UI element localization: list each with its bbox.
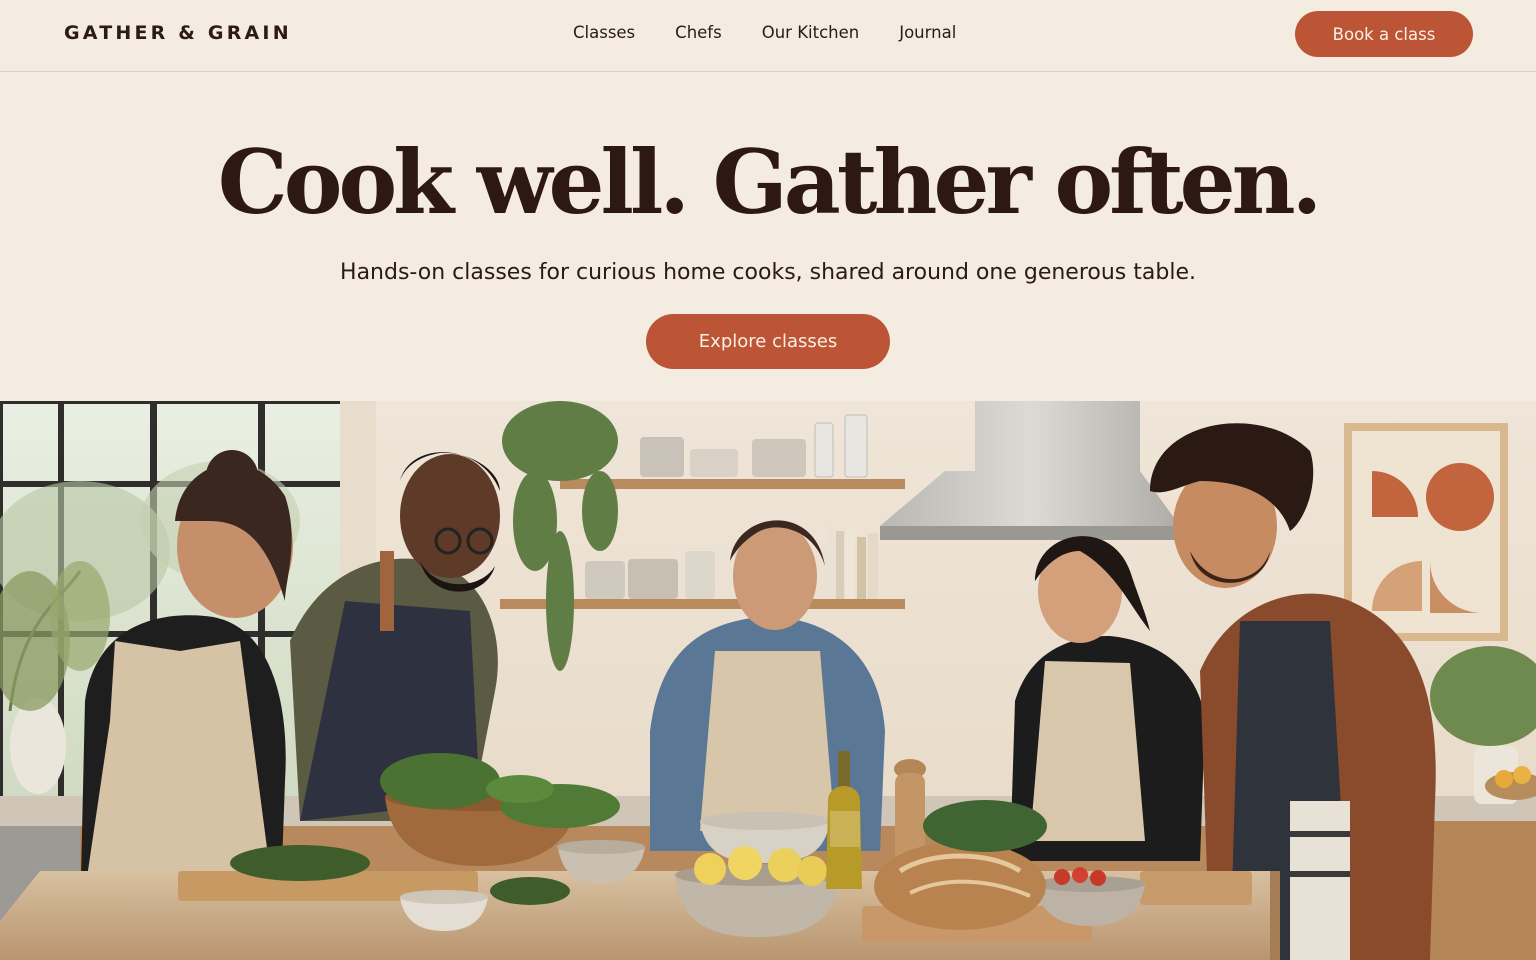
nav-link-classes[interactable]: Classes [573, 23, 635, 42]
wall-art [1344, 423, 1508, 641]
brand-logo[interactable]: GATHER & GRAIN [64, 22, 292, 44]
hero-title: Cook well. Gather often. [217, 130, 1323, 234]
page: GATHER & GRAIN Classes Chefs Our Kitchen… [0, 0, 1536, 960]
cutting-board-right [1140, 871, 1252, 905]
kitchen-scene-illustration [0, 401, 1536, 960]
hero-subtitle: Hands-on classes for curious home cooks,… [340, 260, 1196, 285]
bread-loaf [874, 842, 1046, 930]
hero-photo-kitchen-class [0, 401, 1536, 960]
nav-link-journal[interactable]: Journal [899, 23, 956, 42]
nav-links: Classes Chefs Our Kitchen Journal [573, 23, 956, 42]
book-class-button[interactable]: Book a class [1295, 11, 1473, 57]
nav-link-chefs[interactable]: Chefs [675, 23, 722, 42]
nav-link-our-kitchen[interactable]: Our Kitchen [762, 23, 860, 42]
top-navigation: GATHER & GRAIN Classes Chefs Our Kitchen… [0, 0, 1536, 72]
explore-classes-button[interactable]: Explore classes [646, 314, 890, 369]
